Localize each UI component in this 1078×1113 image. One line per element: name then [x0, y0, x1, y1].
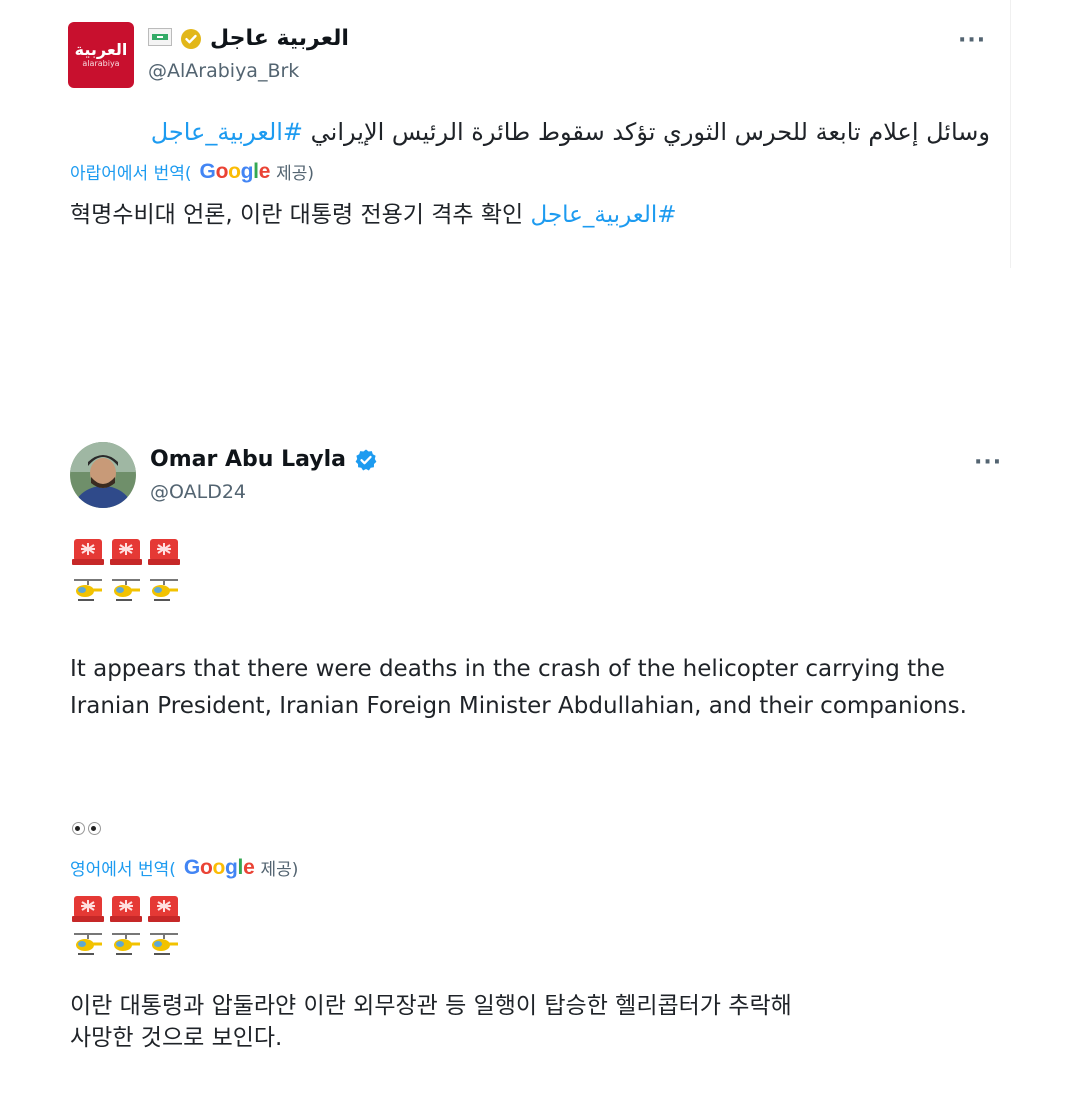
helicopter-emoji	[112, 579, 140, 601]
name-row: Omar Abu Layla	[150, 447, 378, 472]
siren-emoji-row	[72, 535, 180, 567]
translate-label[interactable]: 아랍어에서 번역(	[70, 159, 192, 184]
name-row: العربية عاجل	[148, 26, 349, 51]
helicopter-emoji	[74, 933, 102, 955]
user-handle[interactable]: @OALD24	[150, 481, 246, 503]
siren-emoji	[148, 896, 180, 922]
helicopter-emoji	[150, 933, 178, 955]
alarabiya-avatar[interactable]: العربية alarabiya	[68, 22, 134, 88]
more-icon[interactable]: ···	[958, 28, 986, 53]
translated-text-line: 이란 대통령과 압둘라얀 이란 외무장관 등 일행이 탑승한 헬리콥터가 추락해	[70, 993, 792, 1019]
hashtag-link[interactable]: #العربية_عاجل	[531, 202, 677, 228]
google-credit: Google 제공)	[180, 855, 299, 881]
google-credit: Google 제공)	[196, 159, 315, 185]
siren-emoji	[72, 896, 104, 922]
tweet-text-english: It appears that there were deaths in the…	[70, 656, 967, 719]
translation-credit[interactable]: 영어에서 번역( Google 제공)	[70, 855, 299, 881]
translate-suffix: 제공)	[260, 860, 299, 880]
siren-emoji	[110, 896, 142, 922]
more-icon[interactable]: ···	[974, 450, 1002, 475]
tweet-omar-abu-layla: Omar Abu Layla @OALD24 ··· It appears th…	[0, 425, 1078, 1113]
siren-emoji	[110, 539, 142, 565]
google-logo: Google	[199, 159, 271, 183]
helicopter-emoji-row	[72, 574, 180, 606]
translate-label[interactable]: 영어에서 번역(	[70, 855, 176, 880]
display-name[interactable]: العربية عاجل	[210, 26, 349, 51]
verified-badge-icon	[354, 448, 378, 472]
avatar-logo-subtext: alarabiya	[82, 59, 120, 68]
translated-text: 혁명수비대 언론, 이란 대통령 전용기 격추 확인	[70, 202, 524, 228]
flag-icon	[148, 27, 172, 50]
tweet-text-arabic: وسائل إعلام تابعة للحرس الثوري تؤكد سقوط…	[70, 115, 990, 149]
tweet-alarabiya: العربية alarabiya العربية عاجل @AlArabiy…	[0, 0, 1078, 270]
helicopter-emoji	[112, 933, 140, 955]
eyes-emoji	[72, 822, 101, 835]
siren-emoji-row	[72, 892, 180, 924]
helicopter-emoji	[150, 579, 178, 601]
google-logo: Google	[183, 855, 255, 879]
hashtag-link[interactable]: #العربية_عاجل	[151, 118, 303, 146]
avatar-logo-text: العربية	[74, 40, 128, 59]
translated-text: 이란 대통령과 압둘라얀 이란 외무장관 등 일행이 탑승한 헬리콥터가 추락해…	[70, 990, 1030, 1054]
translated-text-line: 사망한 것으로 보인다.	[70, 1025, 283, 1051]
helicopter-emoji-row	[72, 928, 180, 960]
user-avatar[interactable]	[70, 442, 136, 508]
verified-badge-icon	[180, 28, 202, 50]
divider	[1010, 0, 1011, 268]
user-handle[interactable]: @AlArabiya_Brk	[148, 60, 299, 82]
siren-emoji	[148, 539, 180, 565]
siren-emoji	[72, 539, 104, 565]
translate-suffix: 제공)	[276, 164, 315, 184]
tweet-text-korean: 혁명수비대 언론, 이란 대통령 전용기 격추 확인 #العربية_عاجل	[70, 198, 677, 232]
translation-credit[interactable]: 아랍어에서 번역( Google 제공)	[70, 159, 315, 185]
tweet-text: وسائل إعلام تابعة للحرس الثوري تؤكد سقوط…	[310, 118, 990, 146]
display-name[interactable]: Omar Abu Layla	[150, 447, 346, 472]
helicopter-emoji	[74, 579, 102, 601]
